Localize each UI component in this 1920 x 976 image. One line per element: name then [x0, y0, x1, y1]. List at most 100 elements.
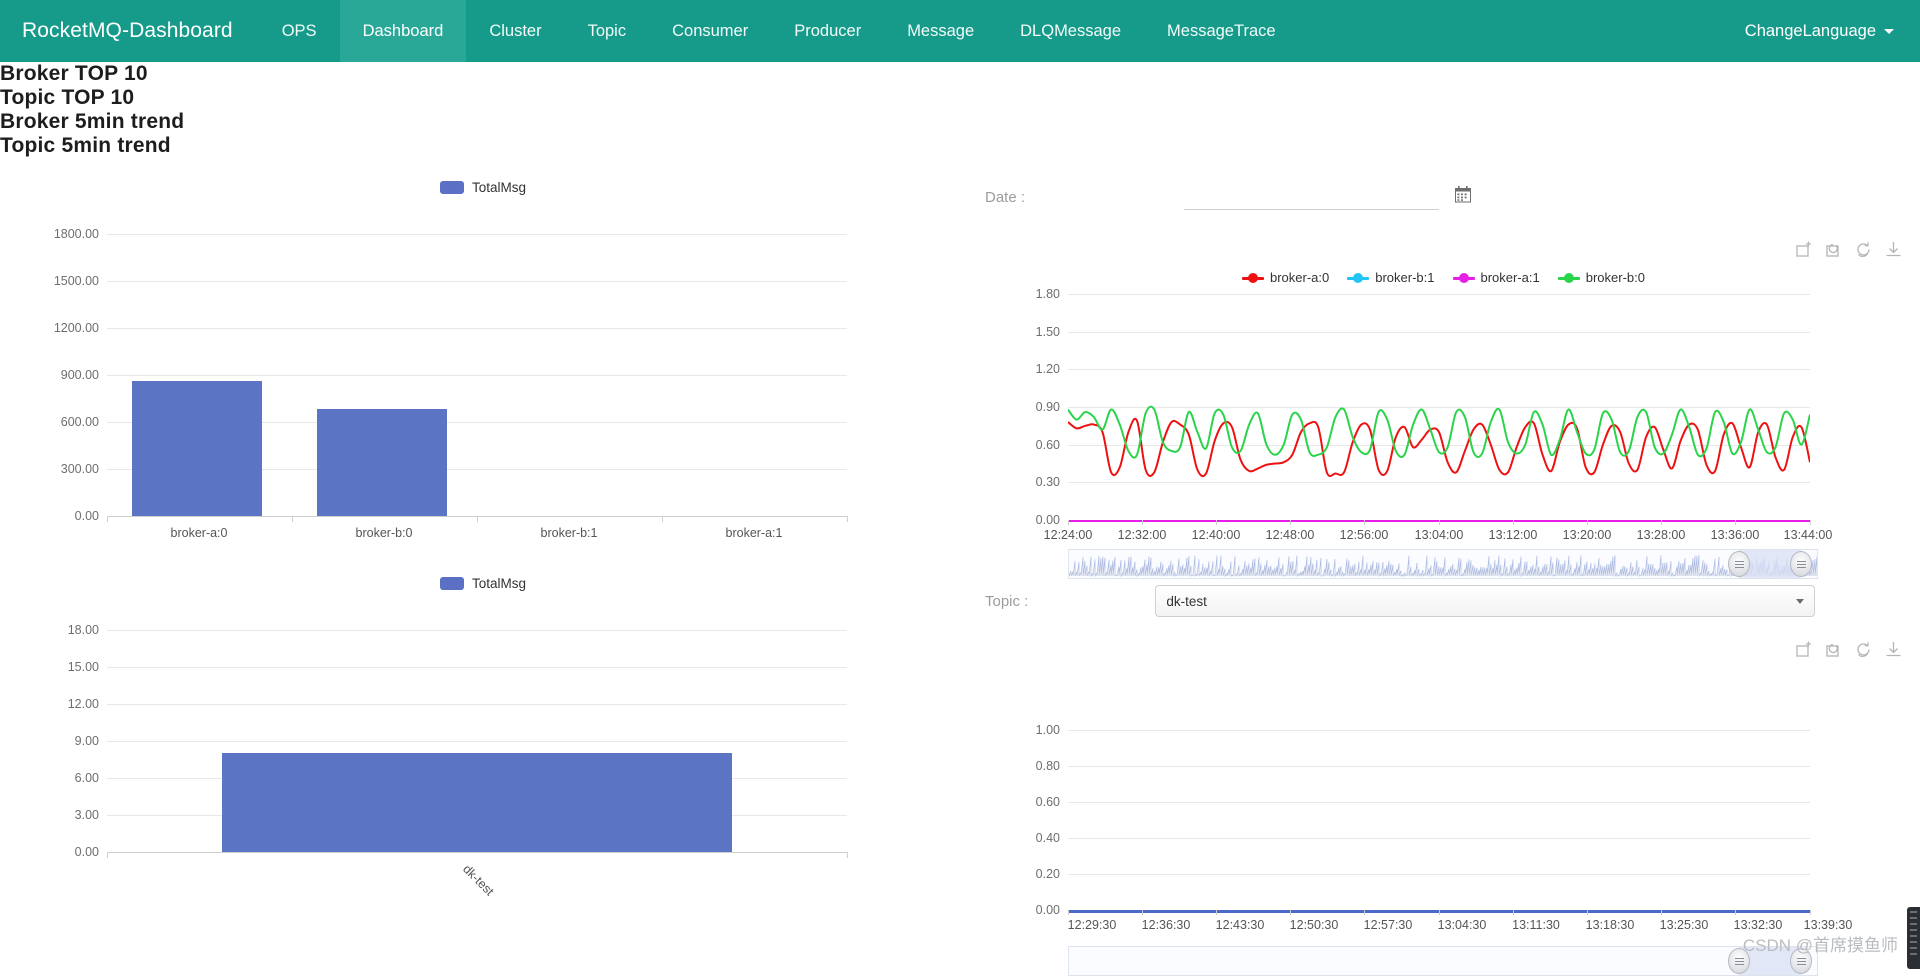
change-language-label: ChangeLanguage — [1744, 21, 1876, 40]
topic-label: Topic : — [985, 592, 1029, 610]
legend-swatch-totalmsg — [440, 181, 464, 194]
gridline: 12.00 — [68, 697, 847, 711]
chevron-down-icon — [1884, 28, 1894, 34]
xtick-mark — [1290, 910, 1291, 915]
xtick-label: 12:56:00 — [1339, 528, 1389, 542]
legend-swatch-totalmsg — [440, 577, 464, 590]
date-control-row: Date : — [985, 184, 1472, 210]
xtick-mark — [1661, 520, 1662, 525]
legend-label-totalmsg: TotalMsg — [472, 576, 527, 591]
change-language-dropdown[interactable]: ChangeLanguage — [1745, 22, 1894, 41]
ytick-label: 1.00 — [1035, 723, 1060, 737]
xtick-label: 13:20:00 — [1562, 528, 1612, 542]
xtick-mark — [107, 516, 108, 522]
xtick-mark — [1290, 520, 1291, 525]
topic-trend-title: Topic 5min trend — [0, 134, 171, 157]
topic-top10-title: Topic TOP 10 — [0, 86, 135, 109]
xlabel-broker-b1: broker-b:1 — [540, 526, 598, 540]
zoom-restore-icon[interactable] — [1825, 641, 1842, 658]
broker-top10-legend[interactable]: TotalMsg — [440, 180, 526, 195]
xtick-label: 12:29:30 — [1067, 918, 1117, 932]
nav-item-consumer[interactable]: Consumer — [649, 0, 771, 62]
xtick-label: 13:39:30 — [1803, 918, 1853, 932]
topic-trend-datazoom[interactable] — [1068, 946, 1818, 976]
date-label: Date : — [985, 188, 1026, 206]
gridline: 1.00 — [1036, 723, 1810, 737]
legend-item-broker-b0[interactable]: broker-b:0 — [1557, 270, 1645, 285]
bar-broker-b0[interactable] — [317, 409, 447, 516]
gridline: 0.40 — [1036, 831, 1810, 845]
xtick-mark — [1735, 520, 1736, 525]
ytick-label: 0.00 — [1035, 903, 1060, 917]
xtick-mark — [1661, 910, 1662, 915]
broker-top10-plot: 1800.00 1500.00 1200.00 900.00 600.00 30… — [54, 227, 848, 540]
topic-top10-plot: 18.00 15.00 12.00 9.00 6.00 3.00 0.00 dk… — [68, 623, 848, 914]
zoom-area-icon[interactable] — [1795, 241, 1812, 258]
xtick-mark — [292, 516, 293, 522]
xtick-mark — [1142, 910, 1143, 915]
zoom-area-icon[interactable] — [1795, 641, 1812, 658]
refresh-icon[interactable] — [1855, 641, 1872, 658]
legend-item-broker-a0[interactable]: broker-a:0 — [1242, 270, 1329, 285]
xtick-label: 13:04:30 — [1437, 918, 1487, 932]
topic-top10-legend[interactable]: TotalMsg — [440, 576, 526, 591]
calendar-icon[interactable] — [1455, 186, 1472, 208]
ytick-label: 900.00 — [60, 368, 99, 382]
nav-item-message[interactable]: Message — [884, 0, 997, 62]
download-icon[interactable] — [1885, 241, 1902, 258]
nav-item-dlqmessage[interactable]: DLQMessage — [997, 0, 1144, 62]
bar-dk-test[interactable] — [222, 753, 732, 852]
xtick-label: 12:32:00 — [1117, 528, 1167, 542]
xtick-mark — [847, 516, 848, 522]
nav-item-ops[interactable]: OPS — [259, 0, 340, 62]
datazoom-preview — [1069, 555, 1817, 578]
zoom-restore-icon[interactable] — [1825, 241, 1842, 258]
ytick-label: 1.20 — [1035, 362, 1060, 377]
xtick-label: 12:40:00 — [1191, 528, 1241, 542]
gridline: 0.80 — [1036, 759, 1810, 773]
topic-trend-plot: 1.00 0.80 0.60 0.40 0.20 0.00 12:29:30 1… — [1036, 723, 1853, 932]
nav-item-producer[interactable]: Producer — [771, 0, 884, 62]
ytick-label: 1.50 — [1035, 324, 1060, 339]
xtick-mark — [1068, 910, 1069, 915]
bar-broker-a0[interactable] — [132, 381, 262, 516]
legend-item-broker-b1[interactable]: broker-b:1 — [1347, 270, 1435, 285]
top-navbar: RocketMQ-Dashboard OPS Dashboard Cluster… — [0, 0, 1920, 62]
datazoom-handle-left[interactable] — [1728, 551, 1750, 577]
xtick-label: 12:48:00 — [1265, 528, 1315, 542]
nav-item-messagetrace[interactable]: MessageTrace — [1144, 0, 1299, 62]
date-input[interactable] — [1184, 184, 1440, 210]
xtick-mark — [1810, 910, 1811, 915]
xtick-mark — [1513, 520, 1514, 525]
nav-item-cluster[interactable]: Cluster — [466, 0, 564, 62]
nav-item-topic[interactable]: Topic — [565, 0, 650, 62]
xtick-mark — [847, 852, 848, 858]
nav-right: ChangeLanguage — [1745, 0, 1920, 62]
browser-edge-strip — [1907, 907, 1920, 969]
ytick-label: 0.90 — [1035, 400, 1060, 414]
topic-select[interactable]: dk-test — [1155, 585, 1816, 617]
xtick-mark — [662, 516, 663, 522]
broker-trend-datazoom[interactable] — [1068, 549, 1818, 579]
xtick-mark — [1587, 910, 1588, 915]
xtick-mark — [1513, 910, 1514, 915]
broker-trend-legend: broker-a:0 broker-b:1 broker-a:1 broker-… — [1242, 270, 1645, 285]
brand-logo[interactable]: RocketMQ-Dashboard — [0, 0, 259, 62]
nav-item-dashboard[interactable]: Dashboard — [339, 0, 467, 62]
ytick-label: 3.00 — [74, 808, 99, 822]
datazoom-handle-right[interactable] — [1790, 551, 1812, 577]
ytick-label: 300.00 — [60, 462, 99, 476]
gridline: 18.00 — [68, 623, 847, 637]
refresh-icon[interactable] — [1855, 241, 1872, 258]
ytick-label: 0.30 — [1035, 475, 1060, 490]
legend-item-broker-a1[interactable]: broker-a:1 — [1452, 270, 1540, 285]
download-icon[interactable] — [1885, 641, 1902, 658]
ytick-label: 0.20 — [1035, 867, 1060, 881]
x-axis-line: 0.00 — [75, 845, 847, 859]
gridline: 1500.00 — [54, 274, 847, 288]
ytick-label: 0.60 — [1035, 795, 1060, 809]
gridline: 900.00 — [61, 368, 847, 382]
topic-trend-toolbox — [1795, 641, 1902, 658]
xtick-mark — [1364, 910, 1365, 915]
xtick-label: 13:11:30 — [1512, 918, 1560, 932]
